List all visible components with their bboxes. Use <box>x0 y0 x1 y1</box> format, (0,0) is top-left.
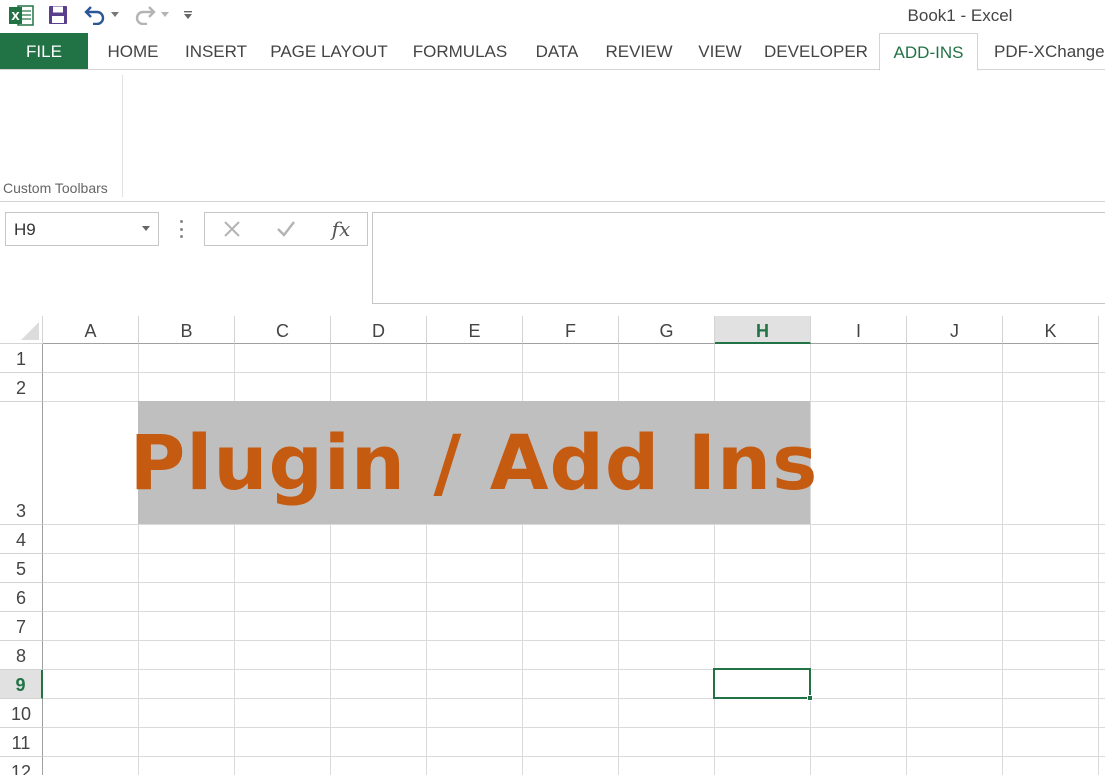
redo-icon[interactable] <box>133 4 157 26</box>
excel-logo-icon[interactable]: X <box>9 4 34 27</box>
tab-formulas[interactable]: FORMULAS <box>404 33 516 70</box>
row-header-7[interactable]: 7 <box>0 612 43 641</box>
column-header-j[interactable]: J <box>907 316 1003 344</box>
row-header-2[interactable]: 2 <box>0 373 43 402</box>
svg-text:X: X <box>11 10 20 23</box>
row-header-1[interactable]: 1 <box>0 344 43 373</box>
name-box-value: H9 <box>14 220 36 239</box>
grid-line <box>43 553 1105 554</box>
column-header-e[interactable]: E <box>427 316 523 344</box>
tab-pdf-xchange[interactable]: PDF-XChange <box>986 33 1105 70</box>
insert-function-button[interactable]: fx <box>323 213 359 245</box>
tab-page-layout[interactable]: PAGE LAYOUT <box>262 33 396 70</box>
select-all-button[interactable] <box>0 316 43 344</box>
column-header-d[interactable]: D <box>331 316 427 344</box>
grid-line <box>810 344 811 775</box>
grid-line <box>906 344 907 775</box>
tab-home[interactable]: HOME <box>94 33 172 70</box>
cancel-icon[interactable] <box>217 213 247 245</box>
formula-bar-grip-icon[interactable] <box>179 220 183 238</box>
column-header-f[interactable]: F <box>523 316 619 344</box>
grid-line <box>1002 344 1003 775</box>
grid-line <box>43 698 1105 699</box>
name-box[interactable]: H9 <box>5 212 159 246</box>
select-all-triangle-icon <box>21 322 39 340</box>
ribbon-body: Custom Toolbars <box>0 70 1105 202</box>
column-header-b[interactable]: B <box>139 316 235 344</box>
tab-add-ins[interactable]: ADD-INS <box>879 33 978 71</box>
tab-insert[interactable]: INSERT <box>178 33 254 70</box>
redo-dropdown-icon[interactable] <box>160 9 170 21</box>
group-label-custom-toolbars: Custom Toolbars <box>3 180 108 196</box>
row-header-6[interactable]: 6 <box>0 583 43 612</box>
grid-line <box>43 524 1105 525</box>
save-icon[interactable] <box>47 4 69 26</box>
formula-buttons: fx <box>204 212 368 246</box>
column-header-c[interactable]: C <box>235 316 331 344</box>
row-header-8[interactable]: 8 <box>0 641 43 670</box>
row-header-12[interactable]: 12 <box>0 757 43 775</box>
merged-cell-banner[interactable]: Plugin / Add Ins <box>130 401 817 524</box>
tab-data[interactable]: DATA <box>524 33 590 70</box>
undo-dropdown-icon[interactable] <box>110 9 120 21</box>
ribbon-tabs: FILE HOME INSERT PAGE LAYOUT FORMULAS DA… <box>0 33 1105 71</box>
grid-line <box>43 372 1105 373</box>
grid-line <box>1098 344 1099 775</box>
row-header-9[interactable]: 9 <box>0 670 43 699</box>
grid-line <box>43 727 1105 728</box>
banner-text: Plugin / Add Ins <box>129 418 819 507</box>
row-header-10[interactable]: 10 <box>0 699 43 728</box>
row-header-11[interactable]: 11 <box>0 728 43 757</box>
column-header-g[interactable]: G <box>619 316 715 344</box>
undo-icon[interactable] <box>83 4 107 26</box>
ribbon-bottom-border <box>0 201 1105 202</box>
tab-view[interactable]: VIEW <box>688 33 752 70</box>
active-cell-h9[interactable] <box>713 668 813 701</box>
group-separator <box>122 75 123 197</box>
column-header-a[interactable]: A <box>43 316 139 344</box>
enter-check-icon[interactable] <box>271 213 301 245</box>
tab-file[interactable]: FILE <box>0 33 88 70</box>
grid-line <box>43 756 1105 757</box>
row-header-3[interactable]: 3 <box>0 402 43 525</box>
row-header-5[interactable]: 5 <box>0 554 43 583</box>
grid-line <box>43 669 1105 670</box>
grid-line <box>43 611 1105 612</box>
row-header-4[interactable]: 4 <box>0 525 43 554</box>
window-title: Book1 - Excel <box>907 6 1013 25</box>
fill-handle[interactable] <box>807 695 813 701</box>
column-header-h[interactable]: H <box>715 316 811 344</box>
column-header-i[interactable]: I <box>811 316 907 344</box>
tab-developer[interactable]: DEVELOPER <box>760 33 872 70</box>
customize-qat-icon[interactable] <box>182 8 194 22</box>
formula-input[interactable] <box>372 212 1105 304</box>
chevron-down-icon[interactable] <box>142 226 150 231</box>
grid-line <box>43 640 1105 641</box>
title-bar: X Book1 - Excel <box>0 0 1105 33</box>
tab-review[interactable]: REVIEW <box>598 33 680 70</box>
spreadsheet-grid[interactable]: A B C D E F G H I J K 1 2 3 4 5 6 7 8 9 … <box>0 316 1105 775</box>
column-header-k[interactable]: K <box>1003 316 1099 344</box>
grid-line <box>43 582 1105 583</box>
